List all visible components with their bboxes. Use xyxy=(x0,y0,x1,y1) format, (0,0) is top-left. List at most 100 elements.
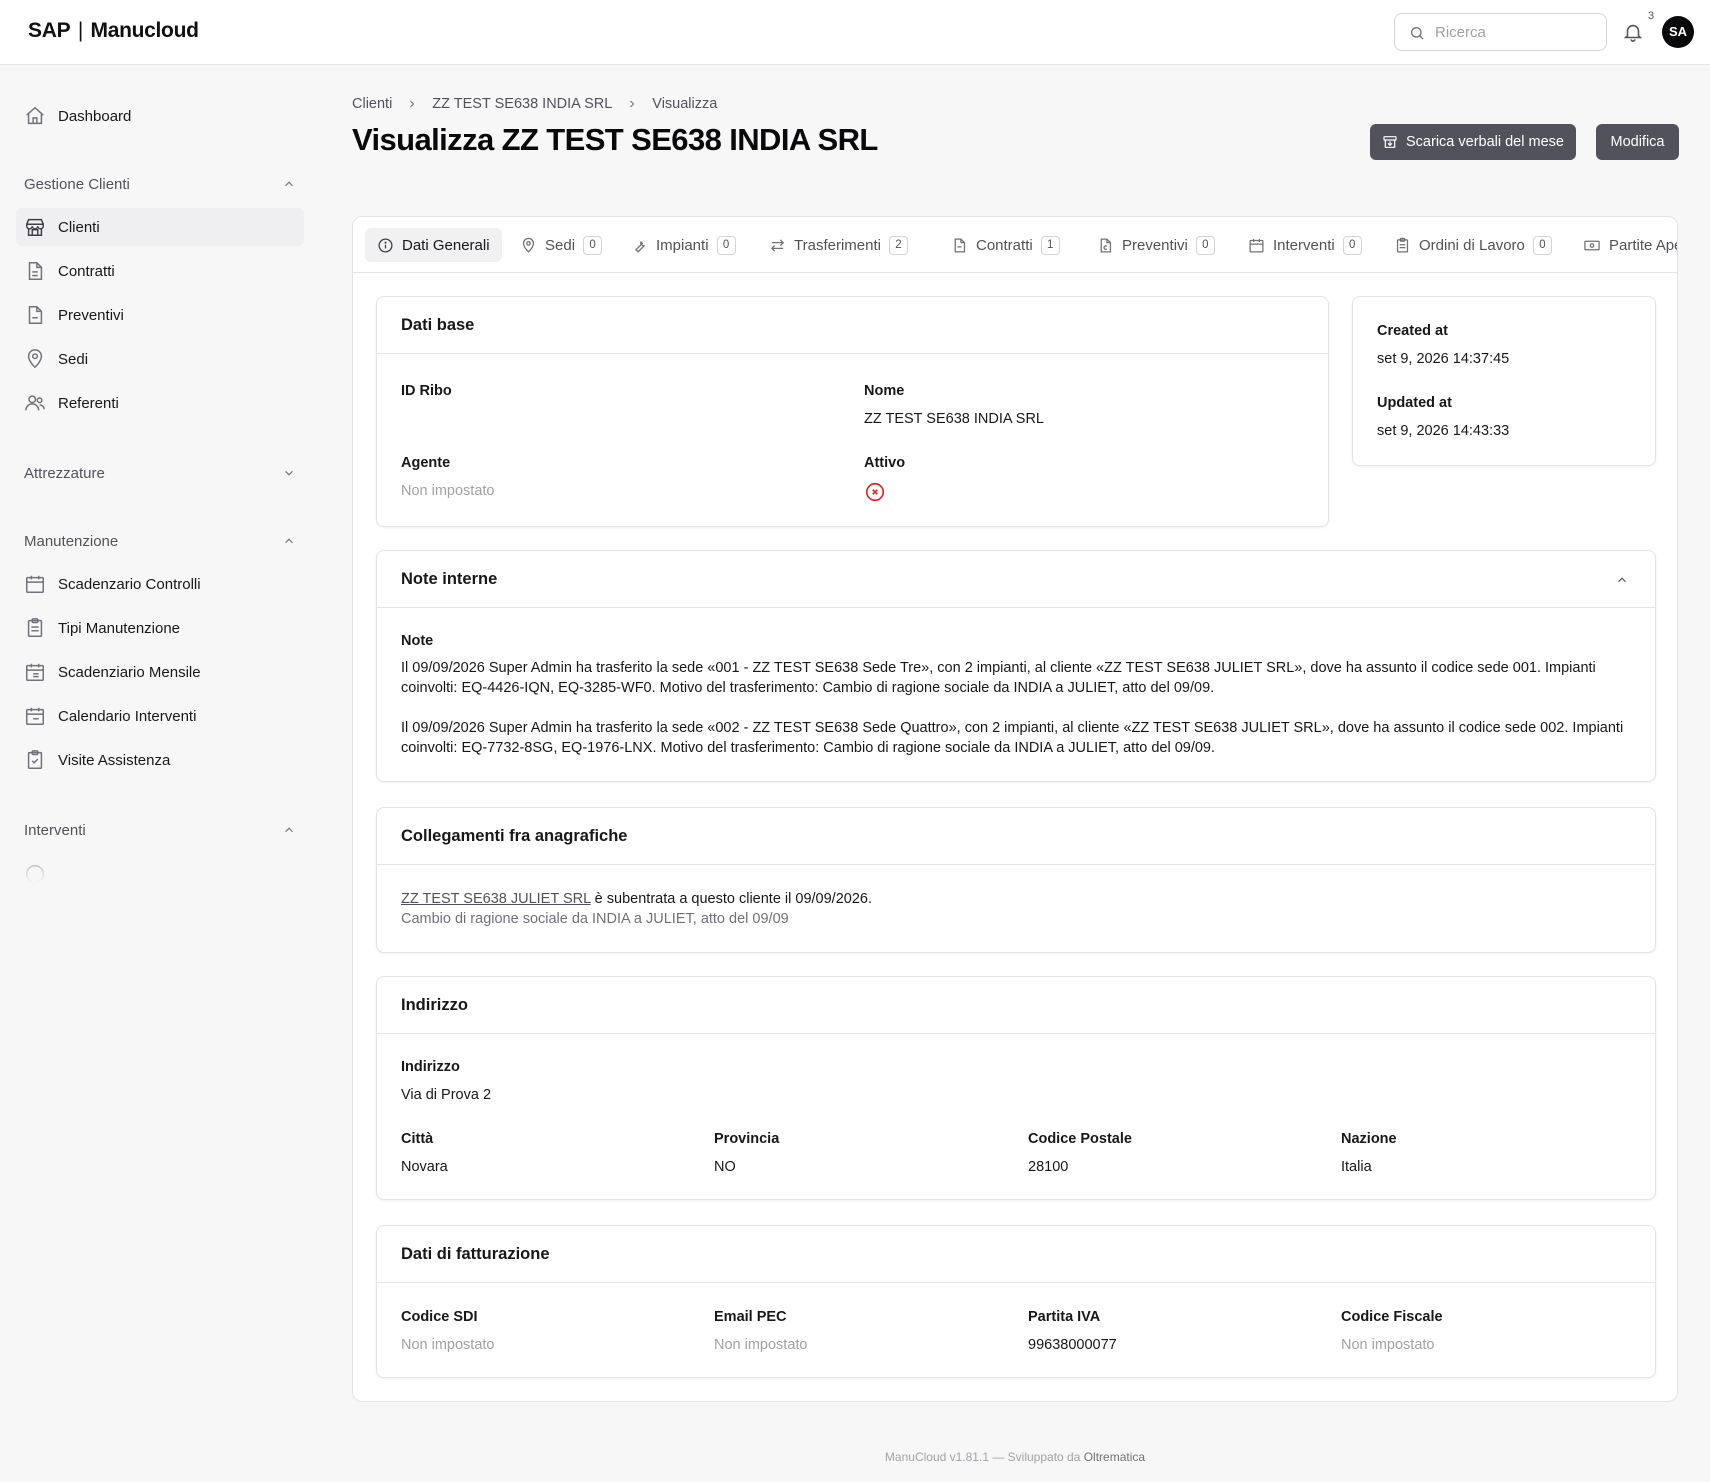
provincia-value: NO xyxy=(714,1159,736,1175)
document-icon xyxy=(28,262,43,280)
top-bar: SAP | Manucloud 3 SA xyxy=(0,0,1710,65)
download-reports-button[interactable]: Scarica verbali del mese xyxy=(1370,124,1576,160)
panel-header[interactable]: Note interne xyxy=(377,551,1655,608)
sidebar-item-tipi-manutenzione[interactable]: Tipi Manutenzione xyxy=(16,609,304,647)
tab-count-badge: 0 xyxy=(583,235,603,255)
sidebar-item-contratti[interactable]: Contratti xyxy=(16,252,304,290)
wrench-icon xyxy=(635,240,645,253)
sidebar-item-visite-assistenza[interactable]: Visite Assistenza xyxy=(16,741,304,779)
tab-sedi[interactable]: Sedi 0 xyxy=(508,228,614,262)
note-interne-panel: Note interne Note Il 09/09/2026 Super Ad… xyxy=(376,550,1656,782)
archive-download-icon xyxy=(1383,136,1397,148)
tab-label: Interventi xyxy=(1273,236,1335,254)
created-value: set 9, 2026 14:37:45 xyxy=(1377,351,1510,367)
nazione-value: Italia xyxy=(1341,1159,1372,1175)
section-label: Interventi xyxy=(24,821,86,839)
sidebar-item-label: Preventivi xyxy=(58,306,124,324)
tab-interventi[interactable]: Interventi 0 xyxy=(1236,228,1374,262)
nome-value: ZZ TEST SE638 INDIA SRL xyxy=(864,411,1044,427)
sidebar-item-dashboard[interactable]: Dashboard xyxy=(16,97,304,135)
sidebar-item-clienti[interactable]: Clienti xyxy=(16,208,304,246)
panel-title: Dati base xyxy=(377,297,1328,354)
piva-label: Partita IVA xyxy=(1028,1309,1101,1325)
tab-impianti[interactable]: Impianti 0 xyxy=(619,228,748,262)
pec-label: Email PEC xyxy=(714,1309,787,1325)
section-label: Gestione Clienti xyxy=(24,175,130,193)
chevron-up-icon[interactable] xyxy=(1615,573,1629,587)
sidebar-item-scadenzario-controlli[interactable]: Scadenzario Controlli xyxy=(16,565,304,603)
sidebar-item-calendario-interventi[interactable]: Calendario Interventi xyxy=(16,697,304,735)
tab-contratti[interactable]: Contratti 1 xyxy=(939,228,1072,262)
chevron-up-icon xyxy=(285,181,293,187)
indirizzo-value: Via di Prova 2 xyxy=(401,1087,492,1103)
updated-label: Updated at xyxy=(1377,395,1452,411)
tab-count-badge: 2 xyxy=(888,235,908,255)
bell-icon[interactable] xyxy=(1622,20,1644,44)
tab-dati-generali[interactable]: Dati Generali xyxy=(365,228,502,262)
x-circle-icon xyxy=(865,482,885,502)
timestamps-panel: Created at set 9, 2026 14:37:45 Updated … xyxy=(1352,296,1656,466)
agente-value: Non impostato xyxy=(401,483,495,499)
tab-label: Trasferimenti xyxy=(794,236,881,254)
user-avatar[interactable]: SA xyxy=(1662,16,1694,48)
updated-value: set 9, 2026 14:43:33 xyxy=(1377,423,1510,439)
tab-bar: Dati Generali Sedi 0 Impianti 0 Trasferi… xyxy=(353,217,1677,273)
sdi-value: Non impostato xyxy=(401,1337,495,1353)
map-pin-icon xyxy=(27,349,43,369)
note-label: Note xyxy=(401,633,434,649)
pec-value: Non impostato xyxy=(714,1337,808,1353)
chevron-up-icon xyxy=(285,827,293,833)
clipboard-icon xyxy=(27,618,43,637)
succession-sentence: ZZ TEST SE638 JULIET SRL è subentrata a … xyxy=(401,891,872,907)
sidebar-item-label: Dashboard xyxy=(58,107,132,125)
section-label: Manutenzione xyxy=(24,532,119,550)
sidebar-item-label: Referenti xyxy=(58,394,119,412)
tab-trasferimenti[interactable]: Trasferimenti 2 xyxy=(757,228,920,262)
users-icon xyxy=(25,395,45,411)
edit-button[interactable]: Modifica xyxy=(1596,124,1679,160)
sidebar-item-scadenziario-mensile[interactable]: Scadenziario Mensile xyxy=(16,653,304,691)
fatturazione-panel: Dati di fatturazione Codice SDI Non impo… xyxy=(376,1225,1656,1378)
calendar-icon xyxy=(1249,238,1264,253)
button-label: Scarica verbali del mese xyxy=(1406,134,1564,150)
chevron-up-icon xyxy=(285,538,293,544)
cf-value: Non impostato xyxy=(1341,1337,1435,1353)
tab-partite-aperte[interactable]: Partite Aper xyxy=(1571,228,1677,262)
sidebar-item-label: Clienti xyxy=(58,218,100,236)
app-logo[interactable]: SAP | Manucloud xyxy=(28,19,199,43)
sidebar-item-referenti[interactable]: Referenti xyxy=(16,384,304,422)
section-label: Attrezzature xyxy=(24,464,105,482)
clipboard-list-icon xyxy=(1396,237,1409,253)
map-pin-icon xyxy=(522,237,535,253)
store-icon xyxy=(26,218,44,236)
home-icon xyxy=(26,106,44,125)
successor-client-link[interactable]: ZZ TEST SE638 JULIET SRL xyxy=(401,891,591,907)
section-gestione-clienti[interactable]: Gestione Clienti xyxy=(24,173,296,195)
clipboard-check-icon xyxy=(27,750,43,769)
breadcrumb-item-clienti[interactable]: Clienti xyxy=(352,96,392,112)
tab-label: Impianti xyxy=(656,236,709,254)
section-manutenzione[interactable]: Manutenzione xyxy=(24,530,296,552)
search-box[interactable] xyxy=(1394,13,1607,51)
section-attrezzature[interactable]: Attrezzature xyxy=(24,462,296,484)
section-interventi[interactable]: Interventi xyxy=(24,819,296,841)
tab-ordini-di-lavoro[interactable]: Ordini di Lavoro 0 xyxy=(1382,228,1564,262)
search-input[interactable] xyxy=(1435,22,1595,42)
dati-base-panel: Dati base ID Ribo Nome ZZ TEST SE638 IND… xyxy=(376,296,1329,527)
search-icon xyxy=(1411,27,1424,40)
provincia-label: Provincia xyxy=(714,1131,780,1147)
button-label: Modifica xyxy=(1610,134,1665,150)
panel-title: Collegamenti fra anagrafiche xyxy=(377,808,1655,865)
footer-company-link[interactable]: Oltrematica xyxy=(1084,1450,1145,1464)
id-ribo-label: ID Ribo xyxy=(401,383,452,399)
breadcrumb-item-cliente[interactable]: ZZ TEST SE638 INDIA SRL xyxy=(432,96,612,112)
sidebar-item-preventivi[interactable]: Preventivi xyxy=(16,296,304,334)
cap-value: 28100 xyxy=(1028,1159,1069,1175)
sidebar-item-sedi[interactable]: Sedi xyxy=(16,340,304,378)
client-detail-card: Dati Generali Sedi 0 Impianti 0 Trasferi… xyxy=(352,216,1678,1402)
tab-count-badge: 0 xyxy=(1195,235,1215,255)
calendar-icon xyxy=(26,575,44,593)
succession-text: è subentrata a questo cliente il 09/09/2… xyxy=(590,891,872,907)
logo-separator: | xyxy=(72,19,89,42)
tab-preventivi[interactable]: Preventivi 0 xyxy=(1085,228,1227,262)
